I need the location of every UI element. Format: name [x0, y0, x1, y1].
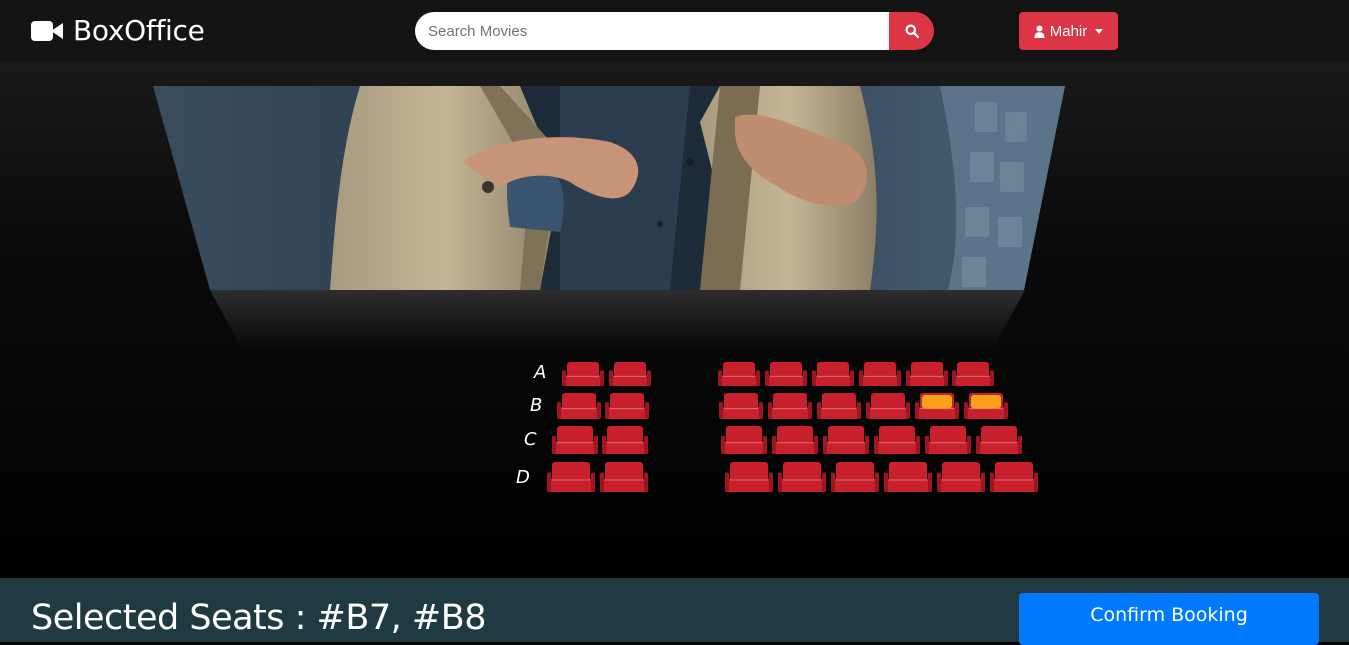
search-icon [905, 24, 919, 38]
seat-a2[interactable] [609, 362, 651, 386]
seat-a5[interactable] [812, 362, 854, 386]
seat-c8[interactable] [976, 426, 1022, 454]
video-camera-icon [31, 19, 63, 43]
seat-selected-highlight [922, 395, 952, 409]
seat-c6[interactable] [874, 426, 920, 454]
seat-b4[interactable] [768, 393, 812, 419]
seat-d1[interactable] [547, 462, 595, 492]
seat-selected-highlight [971, 395, 1001, 409]
row-label-a: A [534, 362, 547, 383]
seat-d3[interactable] [725, 462, 773, 492]
seat-d2[interactable] [600, 462, 648, 492]
seat-c7[interactable] [925, 426, 971, 454]
booking-summary-bar: Selected Seats : #B7, #B8 Confirm Bookin… [0, 578, 1349, 645]
seat-b2[interactable] [605, 393, 649, 419]
confirm-booking-button[interactable]: Confirm Booking [1019, 593, 1319, 645]
seat-d4[interactable] [778, 462, 826, 492]
seat-b3[interactable] [719, 393, 763, 419]
brand-logo-link[interactable]: BoxOffice [31, 14, 205, 47]
seat-c1[interactable] [552, 426, 598, 454]
row-label-c: C [524, 429, 537, 450]
chevron-down-icon [1095, 28, 1104, 34]
seat-b6[interactable] [866, 393, 910, 419]
seat-b1[interactable] [557, 393, 601, 419]
seat-map [547, 362, 1038, 492]
seat-b5[interactable] [817, 393, 861, 419]
seat-d6[interactable] [884, 462, 932, 492]
seat-a7[interactable] [906, 362, 948, 386]
seat-b8[interactable] [964, 393, 1008, 419]
seat-d5[interactable] [831, 462, 879, 492]
seat-a1[interactable] [562, 362, 604, 386]
seat-a6[interactable] [859, 362, 901, 386]
search-input[interactable] [415, 12, 889, 50]
user-menu-button[interactable]: Mahir [1019, 12, 1118, 50]
seat-b7[interactable] [915, 393, 959, 419]
seat-d8[interactable] [990, 462, 1038, 492]
row-label-b: B [530, 395, 543, 416]
seat-d7[interactable] [937, 462, 985, 492]
user-name: Mahir [1049, 22, 1088, 40]
top-navbar: BoxOffice Mahir [0, 0, 1349, 62]
row-label-d: D [516, 467, 530, 488]
seat-c4[interactable] [772, 426, 818, 454]
search-form [415, 12, 934, 50]
seat-c5[interactable] [823, 426, 869, 454]
user-icon [1034, 25, 1045, 38]
seat-c3[interactable] [721, 426, 767, 454]
brand-name: BoxOffice [73, 14, 205, 47]
theater-view: A B C D [0, 62, 1349, 578]
seat-c2[interactable] [602, 426, 648, 454]
seat-a8[interactable] [952, 362, 994, 386]
selected-seats-label: Selected Seats : #B7, #B8 [31, 598, 487, 638]
search-button[interactable] [889, 12, 934, 50]
seat-a4[interactable] [765, 362, 807, 386]
seat-a3[interactable] [718, 362, 760, 386]
